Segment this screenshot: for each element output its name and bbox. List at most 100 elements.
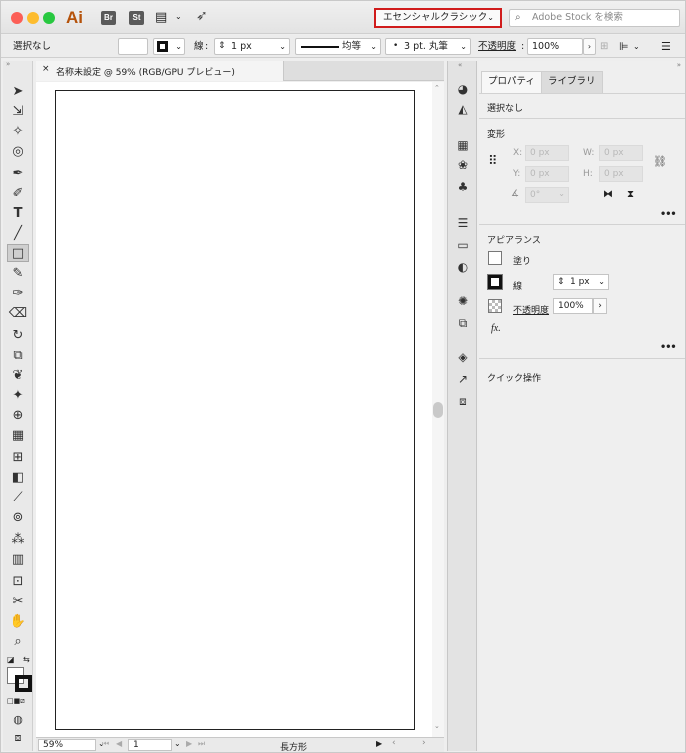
rectangle-tool-icon[interactable]: □ [7,244,29,262]
column-graph-tool-icon[interactable]: ▥ [7,551,29,569]
scroll-up-icon[interactable]: ⌃ [434,84,440,92]
first-artboard-icon[interactable]: ⏮ [102,739,109,749]
brush-definition[interactable]: • 3 pt. 丸筆 ⌄ [385,38,471,55]
layers-panel-icon[interactable]: ◈ [455,349,471,365]
brushes-icon[interactable]: ❀ [455,157,471,173]
magic-wand-tool-icon[interactable]: ✧ [7,123,29,141]
flip-vertical-icon[interactable]: ⧗ [627,189,634,200]
workspace-switcher[interactable]: エセンシャルクラシック ⌄ [374,8,502,28]
collapse-dock-icon[interactable]: « [458,61,462,69]
hand-tool-icon[interactable]: ✋ [7,613,29,631]
pen-tool-icon[interactable]: ✒ [7,165,29,183]
h-field[interactable]: 0 px [599,166,643,182]
default-colors-icon[interactable]: ◪ [7,655,15,664]
artboard-dropdown-icon[interactable]: ⌄ [174,739,181,748]
opacity-field[interactable]: 100% [527,38,583,55]
blend-tool-icon[interactable]: ⊚ [7,509,29,527]
opacity-swatch[interactable] [488,299,502,313]
fill-swatch[interactable] [488,251,502,265]
next-artboard-icon[interactable]: ▶ [186,739,192,748]
align-options-icon[interactable]: ⊫ [619,40,629,53]
symbol-sprayer-tool-icon[interactable]: ⁂ [7,531,29,549]
close-tab-icon[interactable]: × [42,64,50,74]
appearance-panel-icon[interactable]: ✺ [455,293,471,309]
eraser-tool-icon[interactable]: ⌫ [7,305,29,323]
tab-properties[interactable]: プロパティ [481,71,542,93]
scroll-left-icon[interactable]: ‹ [392,738,396,748]
rotate-tool-icon[interactable]: ↻ [7,327,29,345]
collapse-panel-icon[interactable]: » [6,60,10,68]
zoom-window-button[interactable] [43,12,55,24]
variable-width-profile[interactable]: 均等 ⌄ [295,38,381,55]
screen-mode-icon[interactable]: ⧈ [7,729,29,747]
w-field[interactable]: 0 px [599,145,643,161]
stroke-weight-field[interactable]: ⇕ 1 px ⌄ [553,274,609,290]
fill-color-swatch[interactable] [118,38,148,55]
artboard-tool-icon[interactable]: ⊡ [7,573,29,591]
panel-menu-icon[interactable]: ☰ [661,40,671,53]
opacity-label[interactable]: 不透明度 [478,38,516,55]
more-options-icon[interactable]: ••• [661,206,677,220]
flip-horizontal-icon[interactable]: ⧓ [603,189,613,200]
gradient-panel-icon[interactable]: ▭ [455,237,471,253]
warp-tool-icon[interactable]: ❦ [7,367,29,385]
arrange-documents-icon[interactable]: ▤ [155,10,167,25]
eyedropper-tool-icon[interactable]: ⟋ [7,489,29,507]
gpu-performance-icon[interactable]: ➶ [196,8,208,24]
more-options-icon[interactable]: ••• [661,339,677,353]
close-window-button[interactable] [11,12,23,24]
scroll-down-icon[interactable]: ⌄ [434,722,440,730]
zoom-field[interactable]: 59% [38,739,96,751]
line-tool-icon[interactable]: ╱ [7,225,29,243]
stroke-color-swatch[interactable]: ⌄ [153,38,185,55]
artboard[interactable] [55,90,415,730]
asset-export-icon[interactable]: ↗ [455,371,471,387]
chevron-right-icon[interactable]: › [583,38,596,55]
slice-tool-icon[interactable]: ✂ [7,593,29,611]
x-field[interactable]: 0 px [525,145,569,161]
color-guide-icon[interactable]: ◕ [455,81,471,97]
shaper-tool-icon[interactable]: ✑ [7,285,29,303]
opacity-label[interactable]: 不透明度 [513,303,549,316]
stepper-icon[interactable]: ⇕ [218,39,226,54]
swatches-icon[interactable]: ▦ [455,137,471,153]
type-tool-icon[interactable]: T [7,205,29,223]
opacity-field[interactable]: 100% [553,298,593,314]
puppet-warp-tool-icon[interactable]: ✦ [7,387,29,405]
chevron-down-icon[interactable]: ⌄ [175,12,182,21]
fx-icon[interactable]: fx. [491,323,501,334]
artboards-panel-icon[interactable]: ⧈ [455,393,471,409]
color-mode-buttons[interactable]: □■⧄ [7,697,29,705]
vertical-scrollbar[interactable]: ⌃ ⌄ [432,82,444,737]
scale-tool-icon[interactable]: ⧉ [7,347,29,365]
stock-search-input[interactable]: ⌕ Adobe Stock を検索 [509,9,680,27]
shape-builder-tool-icon[interactable]: ⊕ [7,407,29,425]
symbols-icon[interactable]: ♣ [455,179,471,195]
stroke-weight-field[interactable]: ⇕ 1 px ⌄ [214,38,290,55]
chevron-down-icon[interactable]: ⌄ [633,42,640,51]
stock-button[interactable]: St [129,11,144,25]
swap-colors-icon[interactable]: ⇆ [23,655,30,664]
direct-selection-tool-icon[interactable]: ⇲ [7,103,29,121]
bridge-button[interactable]: Br [101,11,116,25]
curvature-tool-icon[interactable]: ✐ [7,185,29,203]
constrain-proportions-icon[interactable]: ⛓ [653,155,667,168]
previous-artboard-icon[interactable]: ◀ [116,739,122,748]
scroll-right-icon[interactable]: › [422,738,426,748]
color-panel-icon[interactable]: ◭ [455,101,471,117]
stroke-swatch[interactable] [487,274,503,290]
align-grid-icon[interactable]: ⊞ [600,41,608,52]
selection-tool-icon[interactable]: ➤ [7,83,29,101]
paintbrush-tool-icon[interactable]: ✎ [7,265,29,283]
status-menu-icon[interactable]: ▶ [376,739,382,748]
rotate-field[interactable]: 0° ⌄ [525,187,569,203]
document-tab[interactable]: × 名称未設定 @ 59% (RGB/GPU プレビュー) [36,61,284,81]
last-artboard-icon[interactable]: ⏭ [198,739,205,749]
transparency-panel-icon[interactable]: ◐ [455,259,471,275]
y-field[interactable]: 0 px [525,166,569,182]
stroke-panel-icon[interactable]: ☰ [455,215,471,231]
collapse-panel-icon[interactable]: » [677,61,681,69]
graphic-styles-icon[interactable]: ⧉ [455,315,471,331]
minimize-window-button[interactable] [27,12,39,24]
gradient-tool-icon[interactable]: ◧ [7,469,29,487]
